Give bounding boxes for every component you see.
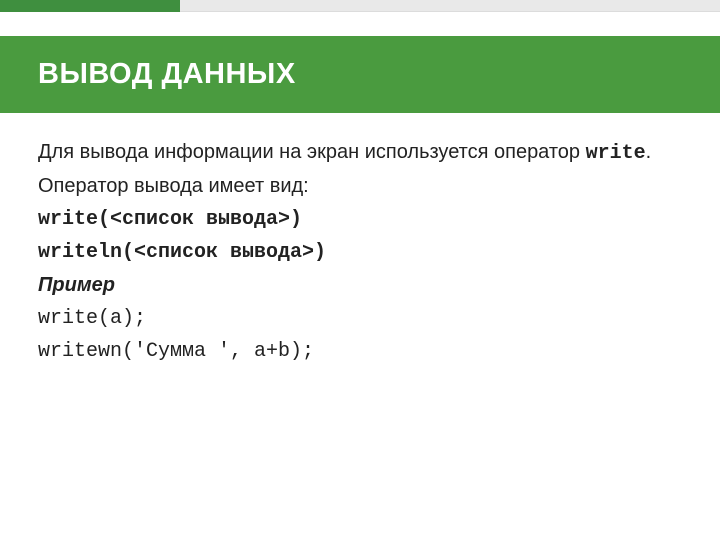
example-code-2: writewn('Сумма ', a+b); xyxy=(38,336,668,367)
operator-form-label: Оператор вывода имеет вид: xyxy=(38,171,668,202)
slide-title: ВЫВОД ДАННЫХ xyxy=(38,58,682,91)
top-accent-bar xyxy=(0,0,720,12)
intro-code-write: write xyxy=(586,142,646,165)
example-code-1: write(a); xyxy=(38,303,668,334)
intro-paragraph: Для вывода информации на экран используе… xyxy=(38,137,668,169)
accent-segment-gray xyxy=(180,0,360,12)
slide-body: Для вывода информации на экран используе… xyxy=(0,113,720,367)
intro-text-2: . xyxy=(646,141,652,163)
syntax-writeln: writeln(<список вывода>) xyxy=(38,237,668,268)
intro-text-1: Для вывода информации на экран используе… xyxy=(38,141,586,163)
accent-segment-gray xyxy=(360,0,540,12)
accent-segment-green xyxy=(0,0,180,12)
example-label: Пример xyxy=(38,270,668,301)
slide-header: ВЫВОД ДАННЫХ xyxy=(0,36,720,113)
syntax-write: write(<список вывода>) xyxy=(38,204,668,235)
accent-segment-gray xyxy=(540,0,720,12)
